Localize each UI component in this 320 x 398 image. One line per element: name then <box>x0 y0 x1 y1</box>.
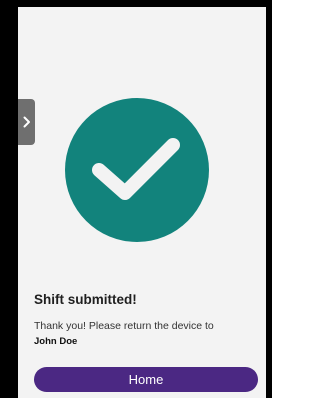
checkmark-circle-icon <box>65 98 209 242</box>
frame-border-top <box>0 0 272 7</box>
frame-border-right <box>266 0 272 398</box>
return-device-message: Thank you! Please return the device to <box>34 320 214 332</box>
confirmation-title: Shift submitted! <box>34 292 137 307</box>
submission-confirmation-screen: Shift submitted! Thank you! Please retur… <box>18 7 266 398</box>
recipient-name: John Doe <box>34 336 78 347</box>
side-drawer-toggle[interactable] <box>18 99 35 145</box>
device-frame: Shift submitted! Thank you! Please retur… <box>0 0 272 398</box>
chevron-right-icon <box>23 116 30 128</box>
frame-border-left <box>0 0 18 398</box>
home-button[interactable]: Home <box>34 367 258 392</box>
